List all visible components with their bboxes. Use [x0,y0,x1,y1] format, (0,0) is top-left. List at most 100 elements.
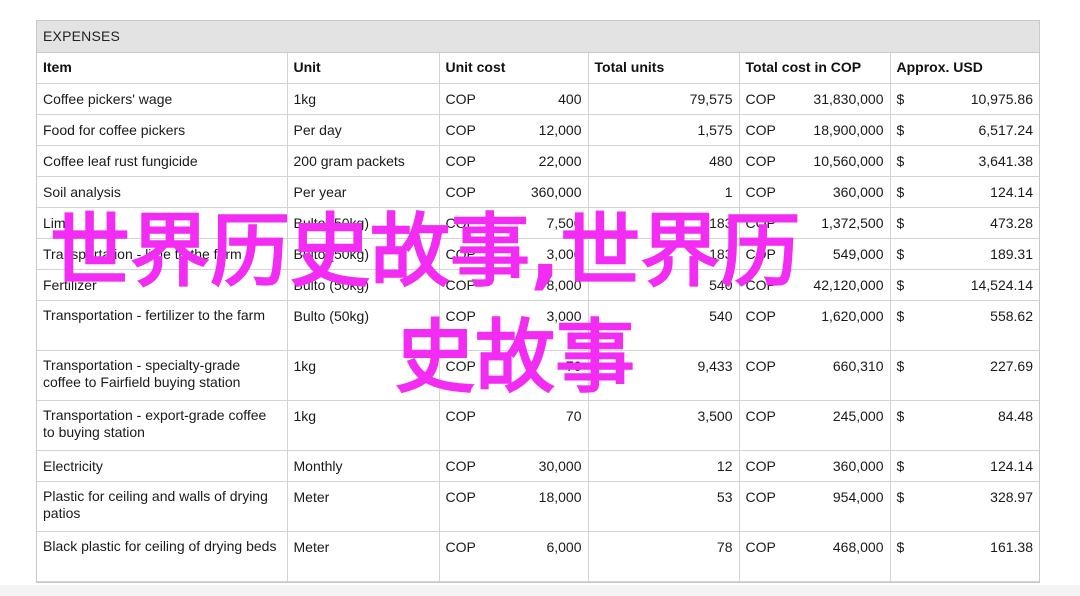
cell-total-units: 78 [588,531,740,582]
table-row: Coffee leaf rust fungicide 200 gram packe… [37,145,1039,177]
cell-total-cost-cop: COP 660,310 [739,350,891,401]
cell-approx-usd: $6,517.24 [890,114,1039,146]
unit-cost-value: 12,000 [538,121,582,138]
usd-value: 124.14 [990,457,1033,474]
total-cost-value: 468,000 [832,538,884,555]
table-row: Electricity Monthly COP 30,000 12 COP 360,000 $… [37,450,1039,482]
cell-total-units: 3,500 [588,400,740,451]
total-cost-currency: COP [745,152,776,169]
page: EXPENSES Item Unit Unit cost Total units… [0,0,1080,596]
usd-currency: $ [896,488,905,505]
cell-item: Black plastic for ceiling of drying beds [37,531,288,582]
cell-unit: Meter [287,481,440,532]
cell-approx-usd: $84.48 [890,400,1039,451]
cell-total-units: 540 [588,269,740,301]
table-body: Coffee pickers' wage 1kg COP 400 79,575 COP 31… [37,83,1039,582]
unit-cost-currency: COP [445,152,476,169]
usd-value: 14,524.14 [970,276,1033,293]
cell-unit: Meter [287,531,440,582]
cell-total-cost-cop: COP 468,000 [739,531,891,582]
usd-currency: $ [896,245,905,262]
cell-unit: Bulto (50kg) [287,269,440,301]
unit-cost-wrap: COP 6,000 [446,539,582,556]
total-cost-wrap: COP 10,560,000 [746,153,884,170]
cell-item: Transportation - lime to the farm [37,238,288,270]
usd-value: 473.28 [990,214,1033,231]
usd-value: 124.14 [990,183,1033,200]
usd-currency: $ [896,121,905,138]
cell-total-cost-cop: COP 549,000 [739,238,891,270]
total-cost-wrap: COP 360,000 [746,458,884,475]
cell-unit-cost: COP 7,500 [439,207,589,239]
cell-total-units: 9,433 [588,350,740,401]
unit-cost-wrap: COP 18,000 [446,489,582,506]
unit-cost-currency: COP [445,538,476,555]
usd-wrap: $473.28 [897,215,1034,232]
cell-item: Coffee pickers' wage [37,83,288,115]
cell-total-cost-cop: COP 42,120,000 [739,269,891,301]
cell-approx-usd: $227.69 [890,350,1039,401]
cell-unit-cost: COP 360,000 [439,176,589,208]
sheet-title: EXPENSES [37,21,1039,53]
unit-cost-currency: COP [445,183,476,200]
cell-total-cost-cop: COP 1,620,000 [739,300,891,351]
total-cost-value: 18,900,000 [813,121,884,138]
table-row: Transportation - lime to the farm Bulto (… [37,238,1039,270]
total-cost-wrap: COP 31,830,000 [746,91,884,108]
cell-total-units: 540 [588,300,740,351]
cell-item: Coffee leaf rust fungicide [37,145,288,177]
cell-item: Electricity [37,450,288,482]
cell-total-units: 1,575 [588,114,740,146]
cell-total-units: 183 [588,238,740,270]
cell-unit-cost: COP 6,000 [439,531,589,582]
cell-total-cost-cop: COP 360,000 [739,176,891,208]
cell-unit: Bulto (50kg) [287,207,440,239]
cell-item: Transportation - fertilizer to the farm [37,300,288,351]
cell-approx-usd: $473.28 [890,207,1039,239]
usd-value: 84.48 [997,407,1033,424]
unit-cost-currency: COP [445,90,476,107]
cell-approx-usd: $558.62 [890,300,1039,351]
cell-item: Plastic for ceiling and walls of drying … [37,481,288,532]
total-cost-wrap: COP 245,000 [746,408,884,425]
total-cost-value: 10,560,000 [813,152,884,169]
unit-cost-value: 3,000 [546,245,582,262]
usd-wrap: $124.14 [897,458,1034,475]
unit-cost-value: 78,000 [538,276,582,293]
total-cost-wrap: COP 468,000 [746,539,884,556]
header-item: Item [37,53,288,84]
total-cost-wrap: COP 42,120,000 [746,277,884,294]
cell-unit: 1kg [287,350,440,401]
total-cost-currency: COP [745,538,776,555]
unit-cost-currency: COP [445,407,476,424]
total-cost-value: 31,830,000 [813,90,884,107]
table-row: Transportation - fertilizer to the farm B… [37,300,1039,351]
unit-cost-currency: COP [445,121,476,138]
total-cost-currency: COP [745,183,776,200]
usd-wrap: $328.97 [897,489,1034,506]
cell-unit: 200 gram packets [287,145,440,177]
cell-unit-cost: COP 22,000 [439,145,589,177]
total-cost-value: 42,120,000 [813,276,884,293]
header-total-units: Total units [588,53,740,84]
unit-cost-wrap: COP 3,000 [446,246,582,263]
usd-currency: $ [896,457,905,474]
usd-wrap: $124.14 [897,184,1034,201]
usd-currency: $ [896,276,905,293]
total-cost-wrap: COP 660,310 [746,358,884,375]
total-cost-wrap: COP 549,000 [746,246,884,263]
unit-cost-wrap: COP 30,000 [446,458,582,475]
cell-approx-usd: $3,641.38 [890,145,1039,177]
total-cost-wrap: COP 1,620,000 [746,308,884,325]
header-unit-cost: Unit cost [439,53,589,84]
cell-unit: Per day [287,114,440,146]
usd-wrap: $10,975.86 [897,91,1034,108]
total-cost-currency: COP [745,357,776,374]
unit-cost-value: 400 [558,90,582,107]
unit-cost-value: 70 [565,407,582,424]
unit-cost-wrap: COP 70 [446,358,582,375]
header-approx-usd: Approx. USD [890,53,1039,84]
unit-cost-currency: COP [445,276,476,293]
cell-item: Food for coffee pickers [37,114,288,146]
unit-cost-currency: COP [445,214,476,231]
